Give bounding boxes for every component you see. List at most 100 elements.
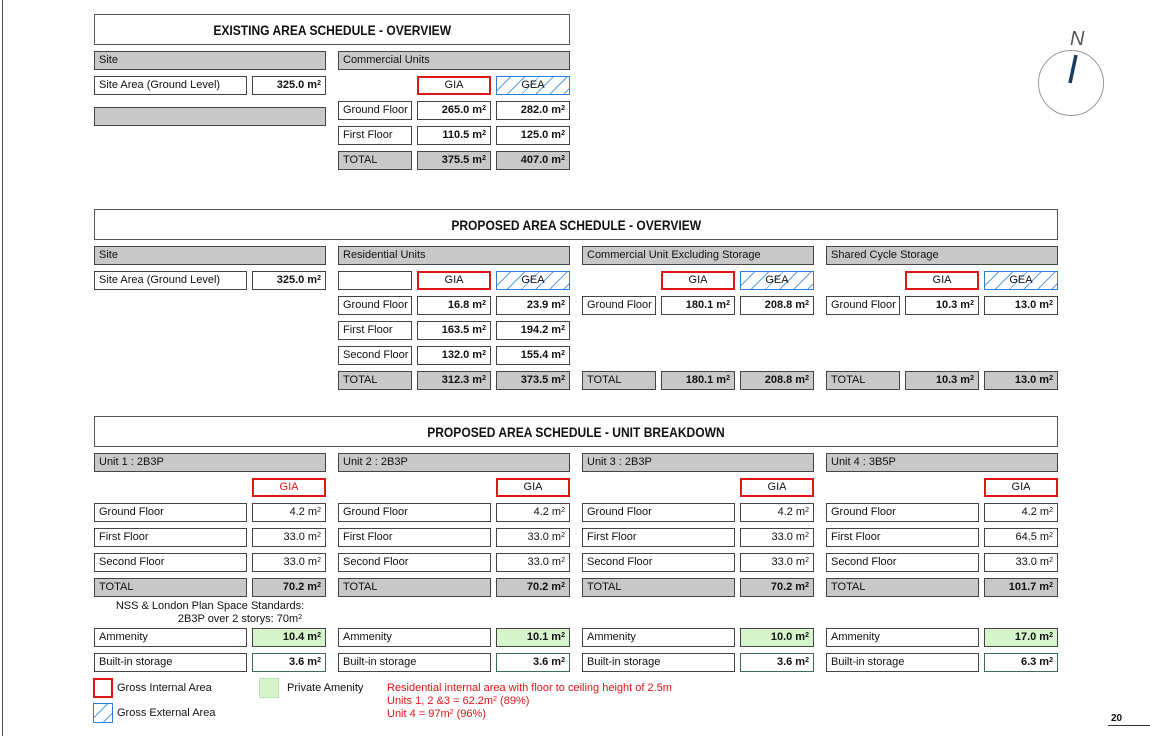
- residential-total-gia: 312.3 m2: [417, 371, 491, 390]
- commercial-row-gia: 180.1 m2: [661, 296, 735, 315]
- commercial-row-label: Ground Floor: [582, 296, 656, 315]
- commercial-header: Commercial Unit Excluding Storage: [582, 246, 814, 265]
- unit-amenity-label: Ammenity: [338, 628, 491, 647]
- legend-gea-swatch: [93, 703, 113, 723]
- unit-ground-value: 4.2 m2: [740, 503, 814, 522]
- existing-row-gia: 265.0 m2: [417, 101, 491, 120]
- unit-storage-value: 3.6 m2: [496, 653, 570, 672]
- cycle-total-label: TOTAL: [826, 371, 900, 390]
- unit-header: Unit 2 : 2B3P: [338, 453, 570, 472]
- residential-row-gia: 132.0 m2: [417, 346, 491, 365]
- unit-amenity-label: Ammenity: [94, 628, 247, 647]
- residential-total-label: TOTAL: [338, 371, 412, 390]
- existing-total-label: TOTAL: [338, 151, 412, 170]
- existing-site-area-value: 325.0 m2: [252, 76, 326, 95]
- unit-gia-header: GIA: [740, 478, 814, 497]
- existing-site-header: Site: [94, 51, 326, 70]
- unit-storage-label: Built-in storage: [582, 653, 735, 672]
- existing-site-area-label: Site Area (Ground Level): [94, 76, 247, 95]
- unit-total-label: TOTAL: [582, 578, 735, 597]
- residential-row-label: Ground Floor: [338, 296, 412, 315]
- unit-first-value: 33.0 m2: [252, 528, 326, 547]
- unit-row-label: Second Floor: [826, 553, 979, 572]
- nss-note-line2: 2B3P over 2 storys: 70m2: [177, 613, 303, 625]
- unit-storage-label: Built-in storage: [94, 653, 247, 672]
- commercial-gea-header: GEA: [740, 271, 814, 290]
- unit-header: Unit 1 : 2B3P: [94, 453, 326, 472]
- unit-row-label: First Floor: [94, 528, 247, 547]
- unit-amenity-value: 10.0 m2: [740, 628, 814, 647]
- proposed-title: PROPOSED AREA SCHEDULE - OVERVIEW: [94, 209, 1058, 240]
- page-number-rule: [1108, 725, 1150, 726]
- cycle-header: Shared Cycle Storage: [826, 246, 1058, 265]
- cycle-gia-header: GIA: [905, 271, 979, 290]
- unit-storage-value: 3.6 m2: [740, 653, 814, 672]
- unit-ground-value: 4.2 m2: [252, 503, 326, 522]
- residential-gea-header: GEA: [496, 271, 570, 290]
- existing-gea-header: GEA: [496, 76, 570, 95]
- unit-amenity-label: Ammenity: [582, 628, 735, 647]
- legend-gia-label: Gross Internal Area: [117, 682, 212, 694]
- commercial-total-label: TOTAL: [582, 371, 656, 390]
- unit-storage-value: 6.3 m2: [984, 653, 1058, 672]
- north-label: N: [1070, 28, 1085, 50]
- existing-commercial-header: Commercial Units: [338, 51, 570, 70]
- unit-total-label: TOTAL: [338, 578, 491, 597]
- existing-title: EXISTING AREA SCHEDULE - OVERVIEW: [94, 14, 570, 45]
- unit-gia-header: GIA: [496, 478, 570, 497]
- unit-row-label: First Floor: [582, 528, 735, 547]
- unit-second-value: 33.0 m2: [984, 553, 1058, 572]
- unit-total-label: TOTAL: [94, 578, 247, 597]
- unit-row-label: Ground Floor: [582, 503, 735, 522]
- unit-second-value: 33.0 m2: [252, 553, 326, 572]
- existing-row-label: First Floor: [338, 126, 412, 145]
- cycle-row-label: Ground Floor: [826, 296, 900, 315]
- unit-first-value: 64.5 m2: [984, 528, 1058, 547]
- nss-note-line1: NSS & London Plan Space Standards:: [115, 600, 305, 612]
- proposed-site-area-value: 325.0 m2: [252, 271, 326, 290]
- residential-row-gea: 155.4 m2: [496, 346, 570, 365]
- unit-amenity-value: 17.0 m2: [984, 628, 1058, 647]
- page-number: 20: [1111, 713, 1123, 724]
- unit-ground-value: 4.2 m2: [496, 503, 570, 522]
- legend-amenity-label: Private Amenity: [287, 682, 364, 694]
- commercial-total-gia: 180.1 m2: [661, 371, 735, 390]
- unit-row-label: First Floor: [338, 528, 491, 547]
- unit-storage-value: 3.6 m2: [252, 653, 326, 672]
- cycle-gea-header: GEA: [984, 271, 1058, 290]
- unit-header: Unit 3 : 2B3P: [582, 453, 814, 472]
- existing-row-gia: 110.5 m2: [417, 126, 491, 145]
- legend-gea-label: Gross External Area: [117, 707, 216, 719]
- nss-note: NSS & London Plan Space Standards: 2B3P …: [94, 600, 326, 626]
- legend-note-line1: Residential internal area with floor to …: [387, 682, 672, 694]
- cycle-total-gea: 13.0 m2: [984, 371, 1058, 390]
- unit-row-label: Ground Floor: [94, 503, 247, 522]
- unit-storage-label: Built-in storage: [826, 653, 979, 672]
- unit-storage-label: Built-in storage: [338, 653, 491, 672]
- existing-row-gea: 282.0 m2: [496, 101, 570, 120]
- unit-row-label: Ground Floor: [338, 503, 491, 522]
- unit-row-label: First Floor: [826, 528, 979, 547]
- unit-gia-header: GIA: [984, 478, 1058, 497]
- unit-row-label: Second Floor: [582, 553, 735, 572]
- north-compass: [1037, 49, 1105, 117]
- unit-ground-value: 4.2 m2: [984, 503, 1058, 522]
- legend-gia-swatch: [93, 678, 113, 698]
- breakdown-title: PROPOSED AREA SCHEDULE - UNIT BREAKDOWN: [94, 416, 1058, 447]
- proposed-site-area-label: Site Area (Ground Level): [94, 271, 247, 290]
- unit-gia-header: GIA: [252, 478, 326, 497]
- unit-total-value: 101.7 m2: [984, 578, 1058, 597]
- unit-total-value: 70.2 m2: [496, 578, 570, 597]
- legend-amenity-swatch: [259, 678, 279, 698]
- existing-total-gea: 407.0 m2: [496, 151, 570, 170]
- unit-row-label: Ground Floor: [826, 503, 979, 522]
- existing-site-blank: [94, 107, 326, 126]
- residential-header: Residential Units: [338, 246, 570, 265]
- unit-second-value: 33.0 m2: [496, 553, 570, 572]
- unit-amenity-label: Ammenity: [826, 628, 979, 647]
- commercial-gia-header: GIA: [661, 271, 735, 290]
- existing-row-gea: 125.0 m2: [496, 126, 570, 145]
- residential-row-gea: 194.2 m2: [496, 321, 570, 340]
- unit-amenity-value: 10.1 m2: [496, 628, 570, 647]
- unit-first-value: 33.0 m2: [740, 528, 814, 547]
